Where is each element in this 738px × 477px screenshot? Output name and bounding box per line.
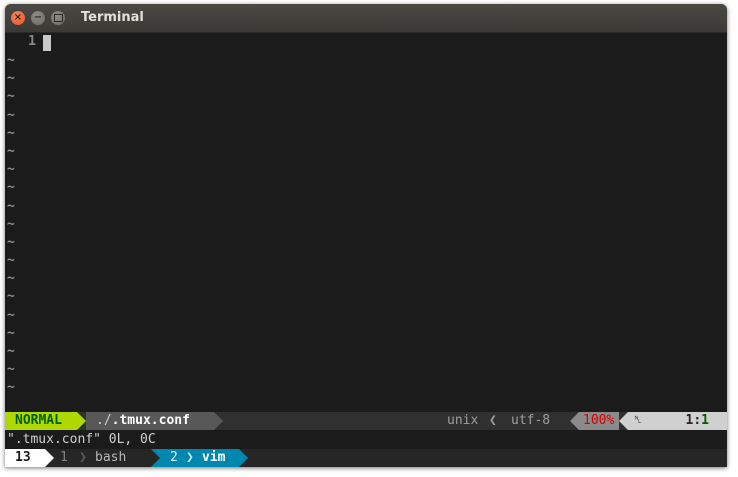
cursor-position: 1:1 [648, 412, 727, 430]
text-cursor [43, 35, 51, 51]
empty-line-marker: ~ [7, 289, 15, 305]
window-1-index[interactable]: 1 [60, 449, 68, 467]
minimize-button[interactable]: − [31, 11, 45, 25]
tmux-status-bar: 13 1 ❯ bash 2 ❯ vim [5, 449, 727, 467]
file-name: ./.tmux.conf [86, 412, 214, 430]
window-2-index[interactable]: 2 [170, 449, 178, 467]
minimize-icon: − [33, 12, 43, 23]
window-2-name[interactable]: vim [202, 449, 225, 467]
line-icon: ␤ [628, 412, 648, 430]
empty-line-marker: ~ [7, 180, 15, 196]
empty-line-marker: ~ [7, 71, 15, 87]
terminal-area[interactable]: 1 ~ ~ ~ ~ ~ ~ ~ ~ ~ ~ ~ ~ ~ ~ ~ ~ ~ ~ ~ NORMAL ./.tmux.con… [5, 33, 727, 467]
terminal-window: × − Terminal 1 ~ ~ ~ ~ ~ ~ ~ ~ ~ ~ ~ ~ ~ ~ ~ ~ ~ ~ ~ NORMA… [5, 4, 727, 467]
empty-line-marker: ~ [7, 107, 15, 123]
empty-line-marker: ~ [7, 271, 15, 287]
active-window-arrow-out-icon [239, 449, 248, 467]
empty-line-marker: ~ [7, 307, 15, 323]
cursor-position-sep: : [693, 413, 702, 428]
file-encoding: utf-8 [511, 413, 551, 428]
file-name-text: .tmux.conf [111, 413, 190, 428]
empty-line-marker: ~ [7, 53, 15, 68]
maximize-button[interactable] [51, 11, 65, 25]
active-window-arrow-in-icon [151, 449, 160, 467]
empty-line-marker: ~ [7, 89, 15, 105]
close-icon: × [13, 12, 23, 23]
file-percent: 100% [579, 412, 619, 430]
empty-line-marker: ~ [7, 216, 15, 232]
window-1-name[interactable]: bash [95, 449, 126, 467]
maximize-icon [53, 14, 63, 22]
close-button[interactable]: × [11, 11, 25, 25]
session-arrow-icon [45, 449, 54, 467]
line-number: 1 [28, 34, 36, 49]
empty-line-marker: ~ [7, 198, 15, 214]
empty-line-marker: ~ [7, 380, 15, 396]
file-path: ./ [96, 413, 112, 428]
separator-left-icon: ❮ [489, 413, 497, 428]
empty-line-marker: ~ [7, 162, 15, 178]
empty-lines: ~ ~ ~ ~ ~ ~ ~ ~ ~ ~ ~ ~ ~ ~ ~ ~ ~ ~ ~ [7, 52, 15, 398]
mode-arrow-icon [77, 412, 86, 430]
empty-line-marker: ~ [7, 234, 15, 250]
tmux-session: 13 [5, 449, 45, 467]
active-window-separator-icon: ❯ [186, 450, 194, 465]
mode-indicator: NORMAL [5, 412, 77, 430]
empty-line-marker: ~ [7, 125, 15, 141]
empty-line-marker: ~ [7, 325, 15, 341]
titlebar: × − Terminal [5, 4, 727, 33]
empty-line-marker: ~ [7, 143, 15, 159]
percent-arrow-icon [570, 412, 579, 430]
active-window-tab[interactable] [151, 449, 239, 467]
empty-line-marker: ~ [7, 344, 15, 359]
position-arrow-icon [619, 412, 628, 430]
window-title: Terminal [81, 10, 144, 25]
file-arrow-icon [214, 412, 223, 430]
command-message: ".tmux.conf" 0L, 0C [7, 432, 156, 447]
file-format: unix [447, 413, 479, 428]
empty-line-marker: ~ [7, 253, 15, 269]
window-separator-icon: ❯ [79, 450, 87, 465]
vim-statusline: NORMAL ./.tmux.conf unix ❮ utf-8 100% ␤ … [5, 412, 727, 430]
cursor-column: 1 [701, 413, 709, 428]
empty-line-marker: ~ [7, 362, 15, 378]
